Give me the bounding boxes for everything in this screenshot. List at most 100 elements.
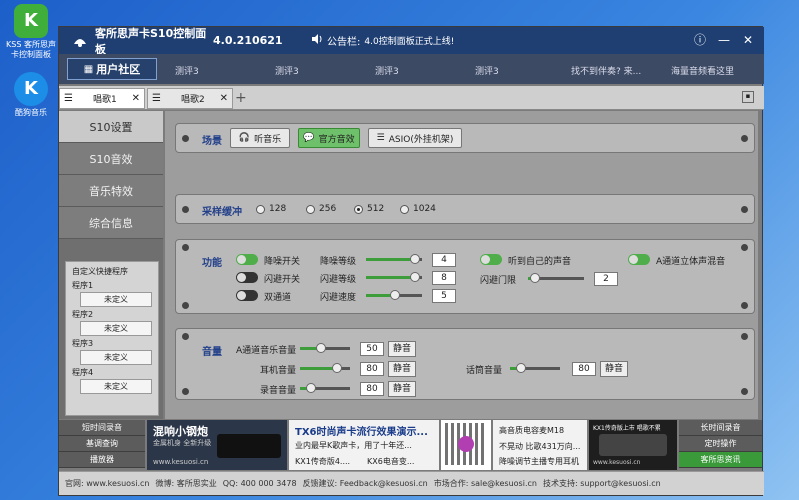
panel-dot — [182, 244, 189, 251]
earphone-volume-slider[interactable] — [300, 363, 350, 373]
sidebar-item-info[interactable]: 综合信息 — [59, 207, 163, 239]
a-music-volume-value[interactable]: 50 — [360, 342, 384, 356]
nav-link[interactable]: 测评3 — [175, 64, 199, 77]
stereo-mix-toggle[interactable] — [628, 254, 650, 265]
slider-knob[interactable] — [410, 254, 420, 264]
record-volume-value[interactable]: 80 — [360, 382, 384, 396]
denoise-level-slider[interactable] — [366, 254, 422, 264]
sampling-radio-128[interactable]: 128 — [256, 204, 286, 214]
program-3-button[interactable]: 未定义 — [80, 350, 152, 365]
record-mute-button[interactable]: 静音 — [388, 381, 416, 397]
weibo-text: 微博: 客所思实业 — [155, 479, 217, 488]
earphone-mute-button[interactable]: 静音 — [388, 361, 416, 377]
scene-music-button[interactable]: 🎧 听音乐 — [230, 128, 290, 148]
a-music-mute-button[interactable]: 静音 — [388, 341, 416, 357]
kugou-app-icon: K — [14, 72, 48, 106]
website-text[interactable]: 官网: www.kesuosi.cn — [65, 478, 149, 489]
slider-knob[interactable] — [390, 290, 400, 300]
banner-videos[interactable]: TX6时尚声卡流行效果演示... 业内最早K歌声卡，用了十年还... KX1传奇… — [289, 420, 439, 470]
status-bar: 官网: www.kesuosi.cn 微博: 客所思实业 QQ: 400 000… — [59, 471, 764, 495]
a-music-volume-slider[interactable] — [300, 343, 350, 353]
banner-line: 不晃动 比歌431万向... — [499, 442, 581, 451]
nav-link[interactable]: 测评3 — [375, 64, 399, 77]
mic-volume-value[interactable]: 80 — [572, 362, 596, 376]
banner-kx1-ad[interactable]: KX1传奇版上市 唱歌不累 www.kesuosi.cn — [589, 420, 677, 470]
kx1-image — [599, 434, 667, 456]
tab-sing-2[interactable]: ☰ 唱歌2 ✕ — [147, 88, 233, 109]
banner-products[interactable]: 高音质电容麦M18 不晃动 比歌431万向... 降噪调节主播专用耳机 — [493, 420, 587, 470]
tab-label: 唱歌1 — [92, 95, 117, 105]
news-button[interactable]: 客所思资讯 — [679, 452, 762, 468]
panel-dot — [182, 206, 189, 213]
nav-link[interactable]: 测评3 — [275, 64, 299, 77]
market-text: 市场合作: sale@kesuosi.cn — [433, 479, 537, 488]
timer-button[interactable]: 定时操作 — [679, 436, 762, 452]
slider-knob[interactable] — [530, 273, 540, 283]
sidebar-item-s10-settings[interactable]: S10设置 — [59, 111, 163, 143]
desktop-icon-kugou[interactable]: K 酷狗音乐 — [4, 72, 58, 118]
hear-self-toggle[interactable] — [480, 254, 502, 265]
add-tab-icon[interactable]: + — [235, 90, 247, 106]
panel-dot — [741, 388, 748, 395]
flash-threshold-value[interactable]: 2 — [594, 272, 618, 286]
stereo-mix-label: A通道立体声混音 — [656, 257, 726, 267]
mic-volume-slider[interactable] — [510, 363, 560, 373]
flash-level-value[interactable]: 8 — [432, 271, 456, 285]
flash-level-slider[interactable] — [366, 272, 422, 282]
info-button[interactable]: ⓘ — [691, 31, 709, 49]
sampling-radio-512[interactable]: 512 — [354, 204, 384, 214]
flash-speed-slider[interactable] — [366, 290, 422, 300]
program-1-button[interactable]: 未定义 — [80, 292, 152, 307]
flash-toggle[interactable] — [236, 272, 258, 283]
mic-volume-label: 话筒音量 — [466, 366, 503, 376]
flash-threshold-slider[interactable] — [528, 273, 584, 283]
earphone-volume-value[interactable]: 80 — [360, 362, 384, 376]
program-2-button[interactable]: 未定义 — [80, 321, 152, 336]
chat-icon: 💬 — [303, 133, 315, 143]
sliders-icon: ☰ — [376, 133, 385, 143]
mic-mute-button[interactable]: 静音 — [600, 361, 628, 377]
long-record-button[interactable]: 长时间录音 — [679, 420, 762, 436]
user-community-label: 用户社区 — [96, 63, 141, 76]
banner-mixer-ad[interactable]: 混响小钢炮 金属机身 全新升级 www.kesuosi.cn — [147, 420, 287, 470]
denoise-toggle[interactable] — [236, 254, 258, 265]
minimize-button[interactable]: — — [715, 31, 733, 49]
program-4-button[interactable]: 未定义 — [80, 379, 152, 394]
player-button[interactable]: 播放器 — [59, 452, 145, 468]
scene-official-button[interactable]: 💬 官方音效 — [298, 128, 360, 148]
slider-knob[interactable] — [516, 363, 526, 373]
desktop-icon-kss[interactable]: K KSS 客所思声卡控制面板 — [4, 4, 58, 60]
speaker-icon — [311, 33, 323, 48]
sampling-radio-1024[interactable]: 1024 — [400, 204, 436, 214]
panel-dot — [741, 135, 748, 142]
slider-knob[interactable] — [306, 383, 316, 393]
nav-link[interactable]: 海量音频看这里 — [671, 64, 734, 77]
tab-sing-1[interactable]: ☰ 唱歌1 ✕ — [59, 88, 145, 109]
close-button[interactable]: ✕ — [739, 31, 757, 49]
slider-fill — [366, 258, 414, 261]
user-community-button[interactable]: ▦ 用户社区 — [67, 58, 157, 80]
denoise-level-value[interactable]: 4 — [432, 253, 456, 267]
key-query-button[interactable]: 基调查询 — [59, 436, 145, 452]
support-text: 技术支持: support@kesuosi.cn — [542, 479, 661, 488]
sidebar-item-s10-effects[interactable]: S10音效 — [59, 143, 163, 175]
banner-site: www.kesuosi.cn — [593, 459, 641, 466]
tab-bar: ☰ 唱歌1 ✕ ☰ 唱歌2 ✕ + ▪ — [59, 86, 764, 110]
radio-circle — [354, 204, 363, 214]
save-icon[interactable]: ▪ — [742, 91, 754, 103]
sidebar-item-music-effects[interactable]: 音乐特效 — [59, 175, 163, 207]
sampling-radio-256[interactable]: 256 — [306, 204, 336, 214]
flash-speed-value[interactable]: 5 — [432, 289, 456, 303]
short-record-button[interactable]: 短时间录音 — [59, 420, 145, 436]
dual-channel-toggle[interactable] — [236, 290, 258, 301]
tab-close-icon[interactable]: ✕ — [132, 93, 140, 104]
slider-knob[interactable] — [410, 272, 420, 282]
record-volume-slider[interactable] — [300, 383, 350, 393]
scene-button-label: 听音乐 — [254, 134, 282, 145]
tab-close-icon[interactable]: ✕ — [220, 93, 228, 104]
nav-link[interactable]: 找不到伴奏? 来... — [571, 64, 641, 77]
slider-knob[interactable] — [316, 343, 326, 353]
nav-link[interactable]: 测评3 — [475, 64, 499, 77]
scene-asio-button[interactable]: ☰ ASIO(外挂机架) — [368, 128, 462, 148]
slider-knob[interactable] — [332, 363, 342, 373]
